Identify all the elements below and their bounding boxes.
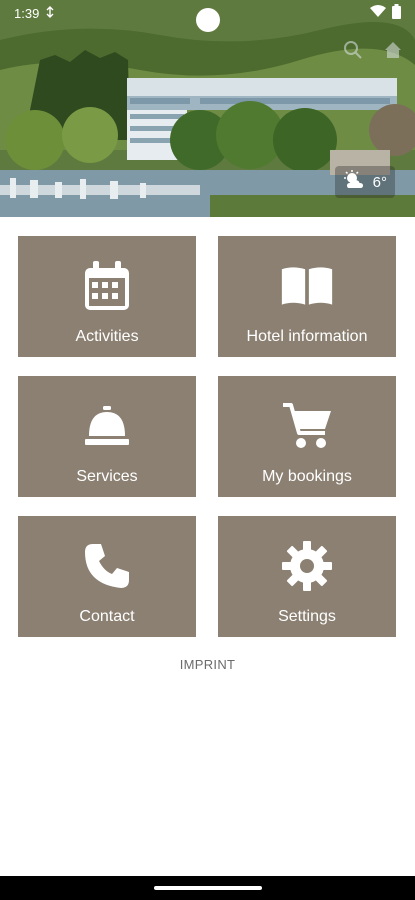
battery-icon — [392, 4, 401, 22]
tile-services[interactable]: Services — [18, 376, 196, 497]
status-left: 1:39 — [14, 6, 55, 21]
tile-label: Activities — [75, 328, 139, 345]
home-icon[interactable] — [383, 40, 403, 60]
navigation-bar — [0, 876, 415, 900]
home-gesture-handle[interactable] — [154, 886, 262, 890]
menu-grid: Activities Hotel information Services My… — [18, 236, 398, 637]
tile-hotel-information[interactable]: Hotel information — [218, 236, 396, 357]
tile-label: Contact — [79, 608, 135, 625]
wifi-icon — [370, 5, 386, 21]
book-icon — [280, 259, 334, 313]
service-bell-icon — [80, 399, 134, 453]
status-time: 1:39 — [14, 5, 40, 21]
tile-label: Settings — [278, 608, 336, 625]
gear-icon — [280, 539, 334, 593]
tile-my-bookings[interactable]: My bookings — [218, 376, 396, 497]
tile-settings[interactable]: Settings — [218, 516, 396, 637]
camera-cutout — [196, 8, 220, 32]
calendar-icon — [80, 259, 134, 313]
tile-activities[interactable]: Activities — [18, 236, 196, 357]
hero-overlay-icons — [343, 40, 403, 60]
cart-icon — [280, 399, 334, 453]
weather-temperature: 6° — [372, 173, 387, 191]
tile-label: My bookings — [262, 468, 352, 485]
tile-label: Services — [76, 468, 138, 485]
tile-contact[interactable]: Contact — [18, 516, 196, 637]
tile-label: Hotel information — [246, 328, 368, 345]
search-icon[interactable] — [343, 40, 363, 60]
phone-icon — [80, 539, 134, 593]
sun-cloud-icon — [343, 170, 367, 194]
status-right — [370, 4, 401, 22]
weather-widget: 6° — [334, 166, 395, 198]
sync-icon — [45, 5, 55, 21]
imprint-link[interactable]: IMPRINT — [0, 657, 415, 672]
